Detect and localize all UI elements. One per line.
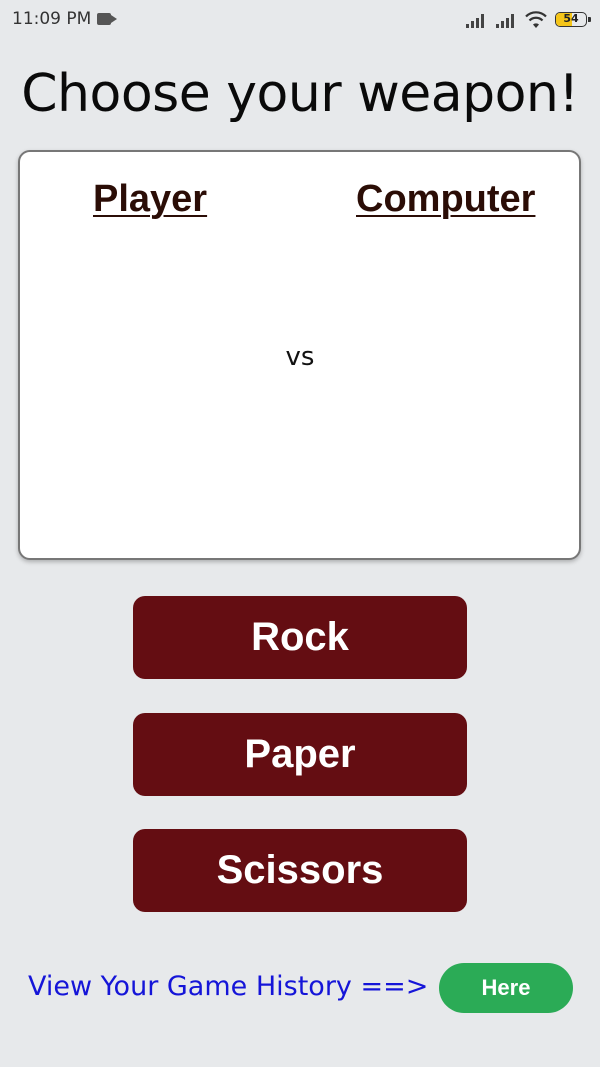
view-history-button[interactable]: Here <box>439 963 573 1013</box>
cell-signal-icon <box>466 12 488 28</box>
paper-button[interactable]: Paper <box>133 713 467 796</box>
battery-tip <box>588 17 591 22</box>
game-history-text: View Your Game History ==> <box>28 971 429 1002</box>
vs-text: vs <box>285 342 315 372</box>
status-time: 11:09 PM <box>12 9 92 29</box>
page-title: Choose your weapon! <box>21 64 579 124</box>
video-record-icon <box>97 13 111 25</box>
battery-icon: 54 <box>555 12 587 27</box>
scissors-button[interactable]: Scissors <box>133 829 467 912</box>
status-bar: 11:09 PM 54 <box>0 0 600 40</box>
rock-button[interactable]: Rock <box>133 596 467 679</box>
player-label: Player <box>93 178 208 220</box>
computer-label: Computer <box>356 178 536 220</box>
wifi-icon <box>525 11 547 28</box>
cell-signal-icon <box>496 12 518 28</box>
battery-level: 54 <box>563 12 579 25</box>
